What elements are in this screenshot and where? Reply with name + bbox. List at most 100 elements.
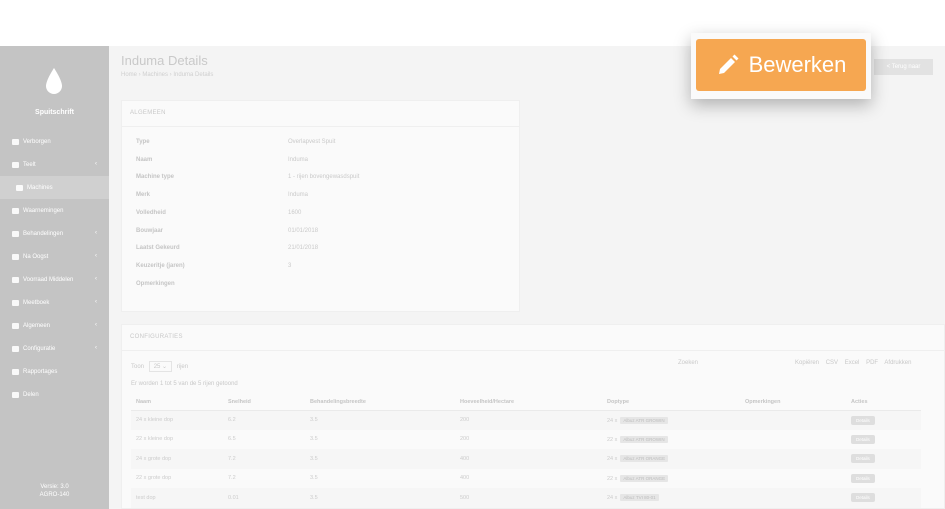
sidebar-item-delen[interactable]: Delen xyxy=(0,383,109,406)
cell-acties: Details xyxy=(846,449,921,469)
column-header-opmerkingen[interactable]: Opmerkingen xyxy=(740,395,846,411)
sidebar-item-na-oogst[interactable]: Na Oogst ‹ xyxy=(0,245,109,268)
version-info: Versie: 3.0 AGRO-140 xyxy=(0,483,109,499)
version-code: AGRO-140 xyxy=(39,492,70,498)
sidebar-item-voorraad-middelen[interactable]: Voorraad Middelen ‹ xyxy=(0,268,109,291)
detail-value: Overlapvest Spuit xyxy=(288,139,336,145)
export-pdf-button[interactable]: PDF xyxy=(866,360,878,366)
table-row: test dop 0.01 3.5 500 24 x Albuz TVI 80-0… xyxy=(131,488,921,508)
sidebar-item-label: Waarnemingen xyxy=(23,207,64,214)
export-buttons: Kopiëren CSV Excel PDF Afdrukken xyxy=(795,360,916,366)
table-row: 24 x grote dop 7.2 3.5 400 24 x Albuz ATR… xyxy=(131,449,921,469)
column-header-acties[interactable]: Acties xyxy=(846,395,921,411)
cell-acties: Details xyxy=(846,410,921,430)
detail-value: 01/01/2018 xyxy=(288,228,319,234)
sidebar-item-label: Voorraad Middelen xyxy=(23,276,74,283)
divider xyxy=(122,126,519,127)
chevron-left-icon: ‹ xyxy=(95,276,97,282)
sidebar-item-algemeen[interactable]: Algemeen ‹ xyxy=(0,314,109,337)
chevron-down-icon: ⌄ xyxy=(162,364,168,370)
table-row: 22 x grote dop 7.2 3.5 400 22 x Albuz ATR… xyxy=(131,469,921,489)
cell-hoeveelheid: 200 xyxy=(455,410,602,430)
sidebar-item-rapportages[interactable]: Rapportages xyxy=(0,360,109,383)
detail-key: Laatst Gekeurd xyxy=(136,245,180,251)
sidebar-item-waarnemingen[interactable]: Waarnemingen xyxy=(0,199,109,222)
cell-acties: Details xyxy=(846,488,921,508)
export-print-button[interactable]: Afdrukken xyxy=(884,360,911,366)
details-button[interactable]: Details xyxy=(851,493,875,503)
column-header-naam[interactable]: Naam xyxy=(131,395,223,411)
sidebar: Spuitschrift Verborgen Teelt ‹ Machines W… xyxy=(0,46,109,509)
spray-icon xyxy=(12,230,19,237)
sidebar-item-behandelingen[interactable]: Behandelingen ‹ xyxy=(0,222,109,245)
table-row: 22 x kleine dop 6.5 3.5 200 22 x Albuz AT… xyxy=(131,430,921,450)
column-header-doptype[interactable]: Doptype xyxy=(602,395,740,411)
cell-acties: Details xyxy=(846,469,921,489)
edit-button[interactable]: Bewerken xyxy=(696,39,866,91)
sidebar-item-label: Algemeen xyxy=(23,322,51,329)
dop-count: 22 x xyxy=(607,475,618,482)
sidebar-item-configuratie[interactable]: Configuratie ‹ xyxy=(0,337,109,360)
export-copy-button[interactable]: Kopiëren xyxy=(795,360,819,366)
detail-value: 1600 xyxy=(288,210,302,216)
table-header-row: Naam Snelheid Behandelingsbreedte Hoevee… xyxy=(131,395,921,411)
app-background: Spuitschrift Verborgen Teelt ‹ Machines W… xyxy=(0,46,945,509)
dop-count: 24 x xyxy=(607,456,618,463)
cell-hoeveelheid: 500 xyxy=(455,488,602,508)
sidebar-item-machines[interactable]: Machines xyxy=(0,176,109,199)
cell-opmerkingen xyxy=(740,488,846,508)
detail-key: Merk xyxy=(136,192,151,198)
brand-name: Spuitschrift xyxy=(35,109,74,116)
column-header-snelheid[interactable]: Snelheid xyxy=(223,395,305,411)
export-csv-button[interactable]: CSV xyxy=(826,360,838,366)
cell-hoeveelheid: 200 xyxy=(460,436,470,443)
configurations-card: CONFIGURATIES Toon 25 ⌄ rijen Zoeken Kop… xyxy=(121,324,945,509)
gear-icon xyxy=(12,345,19,352)
cell-doptype: 22 x Albuz ATR GROWIN xyxy=(602,430,740,450)
details-button[interactable]: Details xyxy=(851,454,875,464)
detail-value: 21/01/2018 xyxy=(288,245,319,251)
chevron-left-icon: ‹ xyxy=(95,253,97,259)
sidebar-item-label: Verborgen xyxy=(23,138,51,145)
table-row: 24 x kleine dop 6.2 3.5 200 24 x Albuz AT… xyxy=(131,410,921,430)
column-header-hoeveelheid[interactable]: Hoeveelheid/Hectare xyxy=(455,395,602,411)
book-icon xyxy=(12,299,19,306)
cell-naam: 22 x grote dop xyxy=(136,475,172,482)
sidebar-item-meetboek[interactable]: Meetboek ‹ xyxy=(0,291,109,314)
cell-snelheid: 7.2 xyxy=(228,475,236,482)
dop-tag: Albuz ATR GROWIN xyxy=(620,416,668,424)
pencil-icon xyxy=(718,54,739,74)
search-label[interactable]: Zoeken xyxy=(678,360,698,366)
breadcrumb[interactable]: Home › Machines › Induma Details xyxy=(121,72,213,78)
cell-hoeveelheid: 400 xyxy=(455,449,602,469)
chevron-left-icon: ‹ xyxy=(95,161,97,167)
export-excel-button[interactable]: Excel xyxy=(845,360,860,366)
details-button[interactable]: Details xyxy=(851,434,875,444)
detail-value: 1 - rijen bovengewasdspuit xyxy=(288,174,360,180)
detail-key: Keuzeritje (jaren) xyxy=(136,263,185,269)
detail-key: Machine type xyxy=(136,174,175,180)
column-header-behandelingsbreedte[interactable]: Behandelingsbreedte xyxy=(305,395,455,411)
detail-value: Induma xyxy=(288,157,309,163)
sidebar-item-label: Delen xyxy=(23,391,39,398)
chevron-left-icon: ‹ xyxy=(95,345,97,351)
divider xyxy=(122,350,944,351)
edit-button-label: Bewerken xyxy=(748,52,847,77)
sidebar-item-teelt[interactable]: Teelt ‹ xyxy=(0,153,109,176)
sidebar-item-verborgen[interactable]: Verborgen xyxy=(0,130,109,153)
cell-breedte: 3.5 xyxy=(305,449,455,469)
details-button[interactable]: Details xyxy=(851,473,875,483)
cell-breedte: 3.5 xyxy=(310,436,318,443)
cell-doptype: 24 x Albuz ATR ORANGE xyxy=(602,449,740,469)
detail-value: Induma xyxy=(288,192,309,198)
chevron-left-icon: ‹ xyxy=(95,230,97,236)
page-length-select[interactable]: 25 ⌄ xyxy=(148,361,173,372)
detail-key: Bouwjaar xyxy=(136,228,164,234)
main-content: Induma Details Home › Machines › Induma … xyxy=(109,46,945,509)
cell-breedte: 3.5 xyxy=(305,410,455,430)
back-button[interactable]: < Terug naar xyxy=(874,59,933,75)
sidebar-item-label: Teelt xyxy=(23,161,36,168)
details-button[interactable]: Details xyxy=(851,415,875,425)
page-title: Induma Details xyxy=(121,53,208,68)
dop-count: 22 x xyxy=(607,436,618,443)
